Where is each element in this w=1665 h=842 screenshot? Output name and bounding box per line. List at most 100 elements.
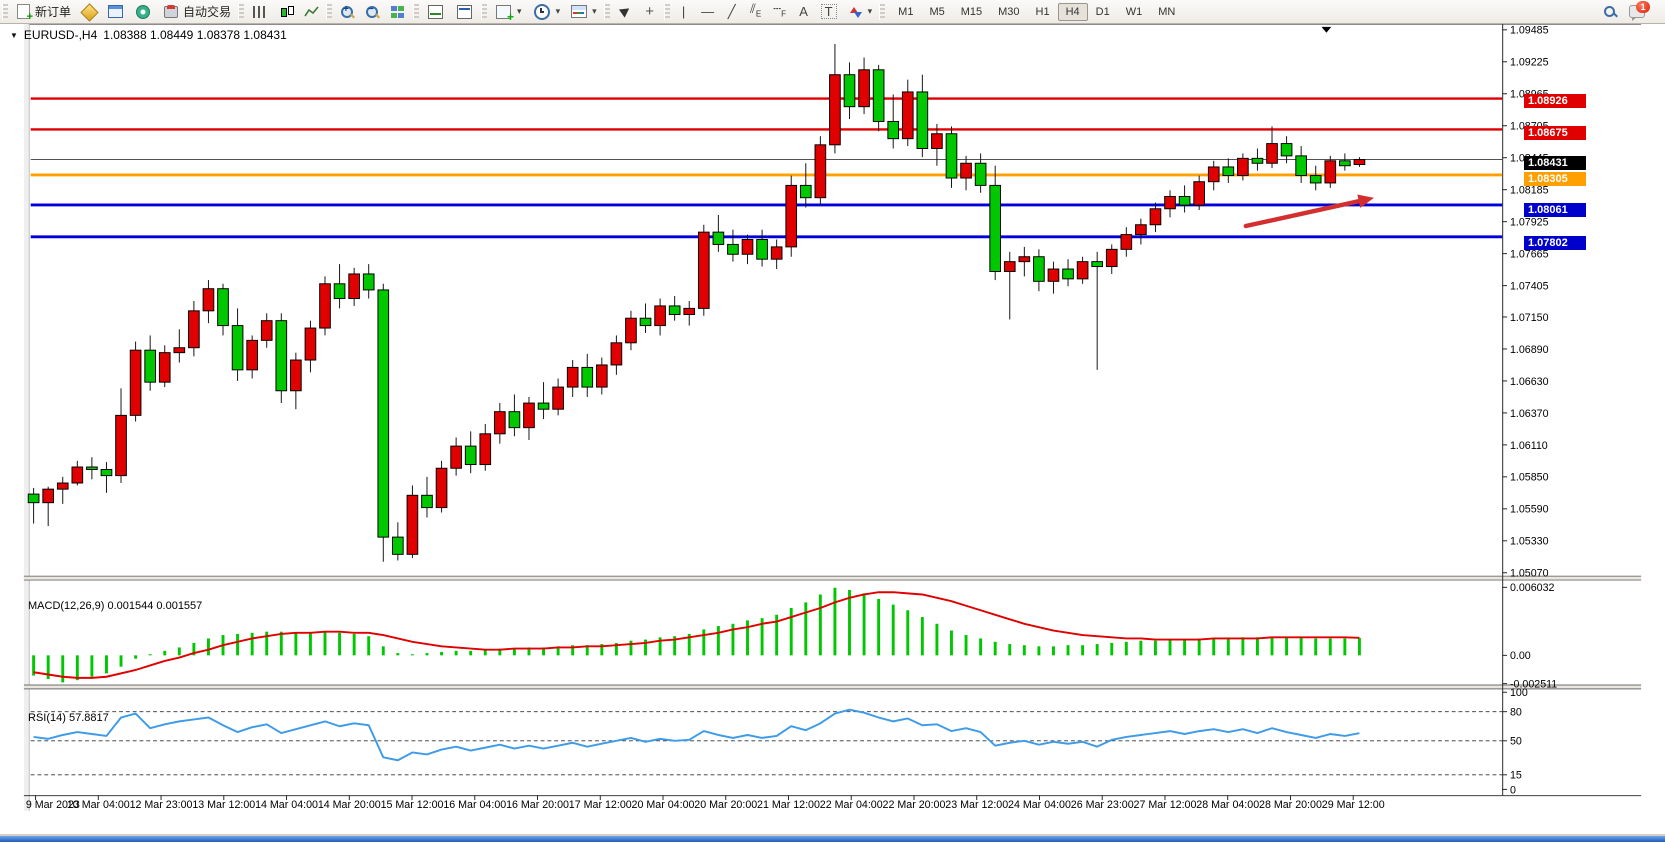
crosshair-icon: + bbox=[643, 5, 657, 19]
candle-body bbox=[1179, 196, 1190, 205]
candle-body bbox=[451, 446, 462, 468]
candle-body bbox=[1106, 249, 1117, 266]
tile-windows-button[interactable] bbox=[384, 1, 411, 23]
new-order-label: 新订单 bbox=[35, 3, 71, 20]
price-label: 1.08926 bbox=[1524, 94, 1586, 108]
svg-text:15: 15 bbox=[1510, 770, 1522, 782]
timeframe-button-m5[interactable]: M5 bbox=[921, 3, 952, 21]
timeframe-button-m1[interactable]: M1 bbox=[890, 3, 921, 21]
templates-button[interactable]: ▾ bbox=[565, 0, 602, 23]
shapes-button[interactable]: ▾ bbox=[842, 1, 878, 23]
channel-button[interactable]: ⫽E bbox=[744, 0, 768, 25]
notification-badge: 1 bbox=[1636, 1, 1650, 13]
toolbar-grip[interactable] bbox=[879, 4, 885, 20]
candle-body bbox=[1223, 167, 1234, 176]
chart-title: ▼ EURUSD-,H4 1.08388 1.08449 1.08378 1.0… bbox=[10, 28, 287, 42]
main-toolbar: 新订单 自动交易 + − ▾ ▾ ▾ + | — ╱ ⫽E ┄F bbox=[0, 0, 1665, 24]
chart-area[interactable]: 1.094851.092251.089651.087051.084451.081… bbox=[0, 24, 1665, 836]
candle-body bbox=[626, 318, 637, 343]
candle-body bbox=[757, 240, 768, 260]
candle-body bbox=[669, 306, 680, 315]
fibonacci-button[interactable]: ┄F bbox=[768, 0, 792, 25]
vertical-line-button[interactable]: | bbox=[672, 1, 696, 23]
autotrading-icon bbox=[164, 6, 178, 18]
bar-chart-button[interactable] bbox=[246, 1, 273, 23]
candle-body bbox=[844, 75, 855, 107]
symbol-dropdown-icon[interactable]: ▼ bbox=[10, 31, 18, 40]
text-button[interactable]: A bbox=[792, 1, 816, 23]
svg-text:1.06630: 1.06630 bbox=[1510, 376, 1549, 388]
market-watch-button[interactable] bbox=[76, 1, 102, 23]
line-chart-button[interactable] bbox=[299, 2, 324, 22]
chat-icon: 1 bbox=[1629, 5, 1645, 18]
candle-body bbox=[1296, 156, 1307, 176]
timeframe-button-d1[interactable]: D1 bbox=[1088, 3, 1118, 21]
candle-body bbox=[1150, 209, 1161, 225]
toolbar-grip[interactable] bbox=[326, 4, 332, 20]
candle-body bbox=[640, 318, 651, 325]
macd-label: MACD(12,26,9) 0.001544 0.001557 bbox=[28, 600, 202, 612]
timeframe-button-mn[interactable]: MN bbox=[1150, 3, 1183, 21]
zoom-out-button[interactable]: − bbox=[359, 1, 384, 22]
timeframe-button-h1[interactable]: H1 bbox=[1028, 3, 1058, 21]
timeframe-button-w1[interactable]: W1 bbox=[1118, 3, 1151, 21]
zoom-in-button[interactable]: + bbox=[334, 1, 359, 22]
svg-text:1.07405: 1.07405 bbox=[1510, 281, 1549, 293]
timeframe-button-h4[interactable]: H4 bbox=[1058, 3, 1088, 21]
toolbar-grip[interactable] bbox=[238, 4, 244, 20]
toolbar-grip[interactable] bbox=[664, 4, 670, 20]
new-chart-button[interactable]: ▾ bbox=[489, 0, 527, 24]
toolbar-grip[interactable] bbox=[604, 4, 610, 20]
text-label-button[interactable]: T bbox=[816, 1, 842, 22]
notifications-button[interactable]: 1 bbox=[1623, 0, 1651, 24]
crosshair-button[interactable]: + bbox=[638, 2, 662, 22]
candle-body bbox=[1004, 262, 1015, 272]
candle-body bbox=[1208, 167, 1219, 182]
candle-body bbox=[1048, 269, 1059, 281]
toolbar-grip[interactable] bbox=[481, 4, 487, 20]
candle-body bbox=[159, 353, 170, 383]
candle-body bbox=[349, 274, 360, 299]
candle-body bbox=[436, 468, 447, 507]
toolbar-grip[interactable] bbox=[413, 4, 419, 20]
chart-shift-button[interactable] bbox=[450, 0, 479, 24]
tile-windows-icon bbox=[391, 6, 404, 18]
svg-text:1.07665: 1.07665 bbox=[1510, 249, 1549, 261]
search-icon bbox=[1603, 5, 1617, 19]
svg-text:1.06110: 1.06110 bbox=[1510, 440, 1548, 452]
cursor-button[interactable] bbox=[612, 1, 638, 23]
candle-body bbox=[291, 360, 302, 391]
data-window-button[interactable] bbox=[129, 0, 157, 24]
chart-canvas[interactable]: 1.094851.092251.089651.087051.084451.081… bbox=[0, 24, 1665, 836]
new-order-button[interactable]: 新订单 bbox=[10, 0, 76, 23]
autotrading-button[interactable]: 自动交易 bbox=[157, 0, 236, 24]
taskbar-strip bbox=[0, 836, 1665, 842]
timeframe-button-m15[interactable]: M15 bbox=[953, 3, 990, 21]
horizontal-line-button[interactable]: — bbox=[696, 1, 720, 23]
candle-body bbox=[1340, 161, 1351, 166]
toolbar-grip[interactable] bbox=[2, 4, 8, 20]
periods-button[interactable]: ▾ bbox=[527, 0, 566, 25]
ohlc-values: 1.08388 1.08449 1.08378 1.08431 bbox=[103, 28, 287, 42]
data-window-icon bbox=[136, 5, 150, 19]
date-label: 20 Mar 04:00 bbox=[632, 799, 695, 811]
trendline-button[interactable]: ╱ bbox=[720, 1, 744, 23]
fibonacci-icon: ┄F bbox=[773, 1, 787, 23]
timeframe-button-m30[interactable]: M30 bbox=[990, 3, 1027, 21]
candle-body bbox=[28, 494, 39, 503]
candle-body bbox=[378, 290, 389, 537]
navigator-button[interactable] bbox=[102, 0, 129, 23]
candle-body bbox=[189, 311, 200, 348]
candle-body bbox=[509, 412, 520, 428]
candle-body bbox=[218, 289, 229, 326]
auto-arrange-button[interactable] bbox=[421, 0, 450, 24]
price-label: 1.08431 bbox=[1524, 156, 1586, 170]
search-button[interactable] bbox=[1597, 1, 1623, 23]
candlestick-chart-button[interactable] bbox=[273, 1, 299, 22]
candle-body bbox=[713, 232, 724, 244]
candle-body bbox=[145, 350, 156, 382]
chevron-down-icon: ▾ bbox=[556, 6, 561, 17]
date-label: 16 Mar 20:00 bbox=[506, 799, 569, 811]
candle-body bbox=[494, 412, 505, 434]
candle-body bbox=[1267, 144, 1278, 164]
